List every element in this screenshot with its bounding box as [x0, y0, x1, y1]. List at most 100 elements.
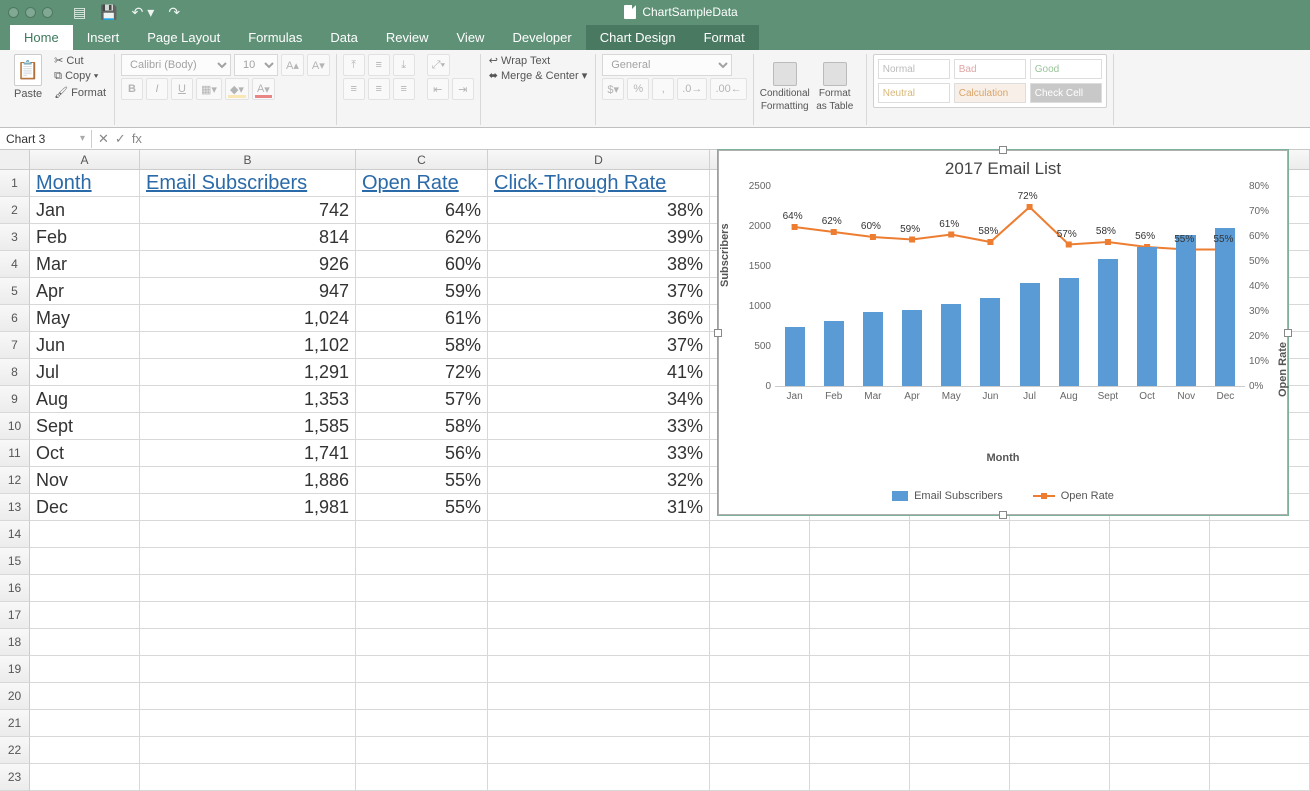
conditional-formatting-button[interactable]: Conditional Formatting	[760, 54, 810, 120]
row-header[interactable]: 6	[0, 305, 30, 332]
cell[interactable]	[910, 737, 1010, 764]
cell[interactable]	[488, 683, 710, 710]
cell[interactable]	[1210, 575, 1310, 602]
cell[interactable]	[810, 548, 910, 575]
cell[interactable]	[1010, 548, 1110, 575]
cell[interactable]	[810, 602, 910, 629]
cell[interactable]	[810, 764, 910, 791]
cell[interactable]	[1210, 548, 1310, 575]
save-icon[interactable]: ▤	[73, 4, 86, 21]
cell[interactable]	[30, 602, 140, 629]
close-icon[interactable]	[8, 7, 19, 18]
cell[interactable]: 947	[140, 278, 356, 305]
row-header[interactable]: 21	[0, 710, 30, 737]
align-bottom-button[interactable]: ⤓	[393, 54, 415, 76]
fill-color-button[interactable]: ◆▾	[225, 78, 249, 100]
cell[interactable]: Click-Through Rate	[488, 170, 710, 197]
resize-handle-top[interactable]	[999, 146, 1007, 154]
cell[interactable]	[710, 656, 810, 683]
style-good[interactable]: Good	[1030, 59, 1102, 79]
cell[interactable]	[910, 602, 1010, 629]
cell[interactable]	[910, 629, 1010, 656]
cell[interactable]	[140, 548, 356, 575]
align-top-button[interactable]: ⤒	[343, 54, 365, 76]
chart-object[interactable]: 2017 Email List Subscribers Open Rate 05…	[718, 150, 1288, 515]
zoom-icon[interactable]	[42, 7, 53, 18]
cell[interactable]	[1210, 629, 1310, 656]
wrap-text-button[interactable]: ↩ Wrap Text	[487, 54, 552, 67]
tab-format[interactable]: Format	[690, 25, 759, 50]
format-painter-button[interactable]: 🖌 Format	[52, 86, 108, 99]
cell[interactable]	[1110, 683, 1210, 710]
cell[interactable]	[1210, 683, 1310, 710]
increase-font-button[interactable]: A▴	[281, 54, 304, 76]
cell[interactable]: Mar	[30, 251, 140, 278]
cell[interactable]: 62%	[356, 224, 488, 251]
formula-input[interactable]	[148, 137, 1310, 141]
col-header-d[interactable]: D	[488, 150, 710, 169]
legend-item-open-rate[interactable]: Open Rate	[1033, 490, 1114, 502]
select-all-corner[interactable]	[0, 150, 30, 169]
spreadsheet-grid[interactable]: A B C D E F G H I J 1 Month Email Subscr…	[0, 150, 1310, 791]
row-header[interactable]: 5	[0, 278, 30, 305]
style-bad[interactable]: Bad	[954, 59, 1026, 79]
cell[interactable]	[140, 656, 356, 683]
cell[interactable]: 1,291	[140, 359, 356, 386]
tab-developer[interactable]: Developer	[498, 25, 585, 50]
font-size-select[interactable]: 10	[234, 54, 278, 76]
cell[interactable]	[1010, 629, 1110, 656]
cell[interactable]: 39%	[488, 224, 710, 251]
row-header[interactable]: 1	[0, 170, 30, 197]
cell[interactable]	[1110, 737, 1210, 764]
cell[interactable]	[1110, 575, 1210, 602]
cell[interactable]	[1110, 764, 1210, 791]
name-box[interactable]: Chart 3▾	[0, 130, 92, 148]
cell[interactable]: Jul	[30, 359, 140, 386]
cell[interactable]: May	[30, 305, 140, 332]
cell[interactable]	[140, 629, 356, 656]
cell[interactable]	[488, 737, 710, 764]
tab-view[interactable]: View	[443, 25, 499, 50]
cell[interactable]	[1010, 602, 1110, 629]
row-header[interactable]: 15	[0, 548, 30, 575]
cell[interactable]	[1210, 521, 1310, 548]
cell[interactable]: Apr	[30, 278, 140, 305]
merge-center-button[interactable]: ⬌ Merge & Center ▾	[487, 69, 590, 82]
bar[interactable]	[1059, 278, 1079, 386]
cell[interactable]	[356, 683, 488, 710]
cell[interactable]: 37%	[488, 332, 710, 359]
cell[interactable]	[710, 737, 810, 764]
bar[interactable]	[902, 310, 922, 386]
minimize-icon[interactable]	[25, 7, 36, 18]
tab-data[interactable]: Data	[316, 25, 371, 50]
bold-button[interactable]: B	[121, 78, 143, 100]
style-calculation[interactable]: Calculation	[954, 83, 1026, 103]
orientation-button[interactable]: ⤢▾	[427, 54, 450, 76]
tab-review[interactable]: Review	[372, 25, 443, 50]
cell[interactable]	[810, 737, 910, 764]
cell[interactable]	[30, 683, 140, 710]
decrease-decimal-button[interactable]: .00←	[710, 78, 746, 100]
bar[interactable]	[980, 298, 1000, 386]
copy-button[interactable]: ⧉ Copy ▾	[52, 70, 108, 83]
row-header[interactable]: 17	[0, 602, 30, 629]
cell[interactable]	[810, 710, 910, 737]
row-header[interactable]: 23	[0, 764, 30, 791]
style-neutral[interactable]: Neutral	[878, 83, 950, 103]
cell[interactable]	[140, 764, 356, 791]
cell[interactable]	[1110, 602, 1210, 629]
cell[interactable]: 1,024	[140, 305, 356, 332]
paste-button[interactable]: Paste	[12, 88, 44, 100]
cell[interactable]	[910, 656, 1010, 683]
cell[interactable]: 41%	[488, 359, 710, 386]
tab-formulas[interactable]: Formulas	[234, 25, 316, 50]
cell[interactable]	[488, 710, 710, 737]
cell[interactable]: 38%	[488, 197, 710, 224]
row-header[interactable]: 11	[0, 440, 30, 467]
resize-handle-left[interactable]	[714, 329, 722, 337]
row-header[interactable]: 14	[0, 521, 30, 548]
cell[interactable]	[910, 683, 1010, 710]
resize-handle-bottom[interactable]	[999, 511, 1007, 519]
cell[interactable]: Feb	[30, 224, 140, 251]
accounting-button[interactable]: $▾	[602, 78, 624, 100]
